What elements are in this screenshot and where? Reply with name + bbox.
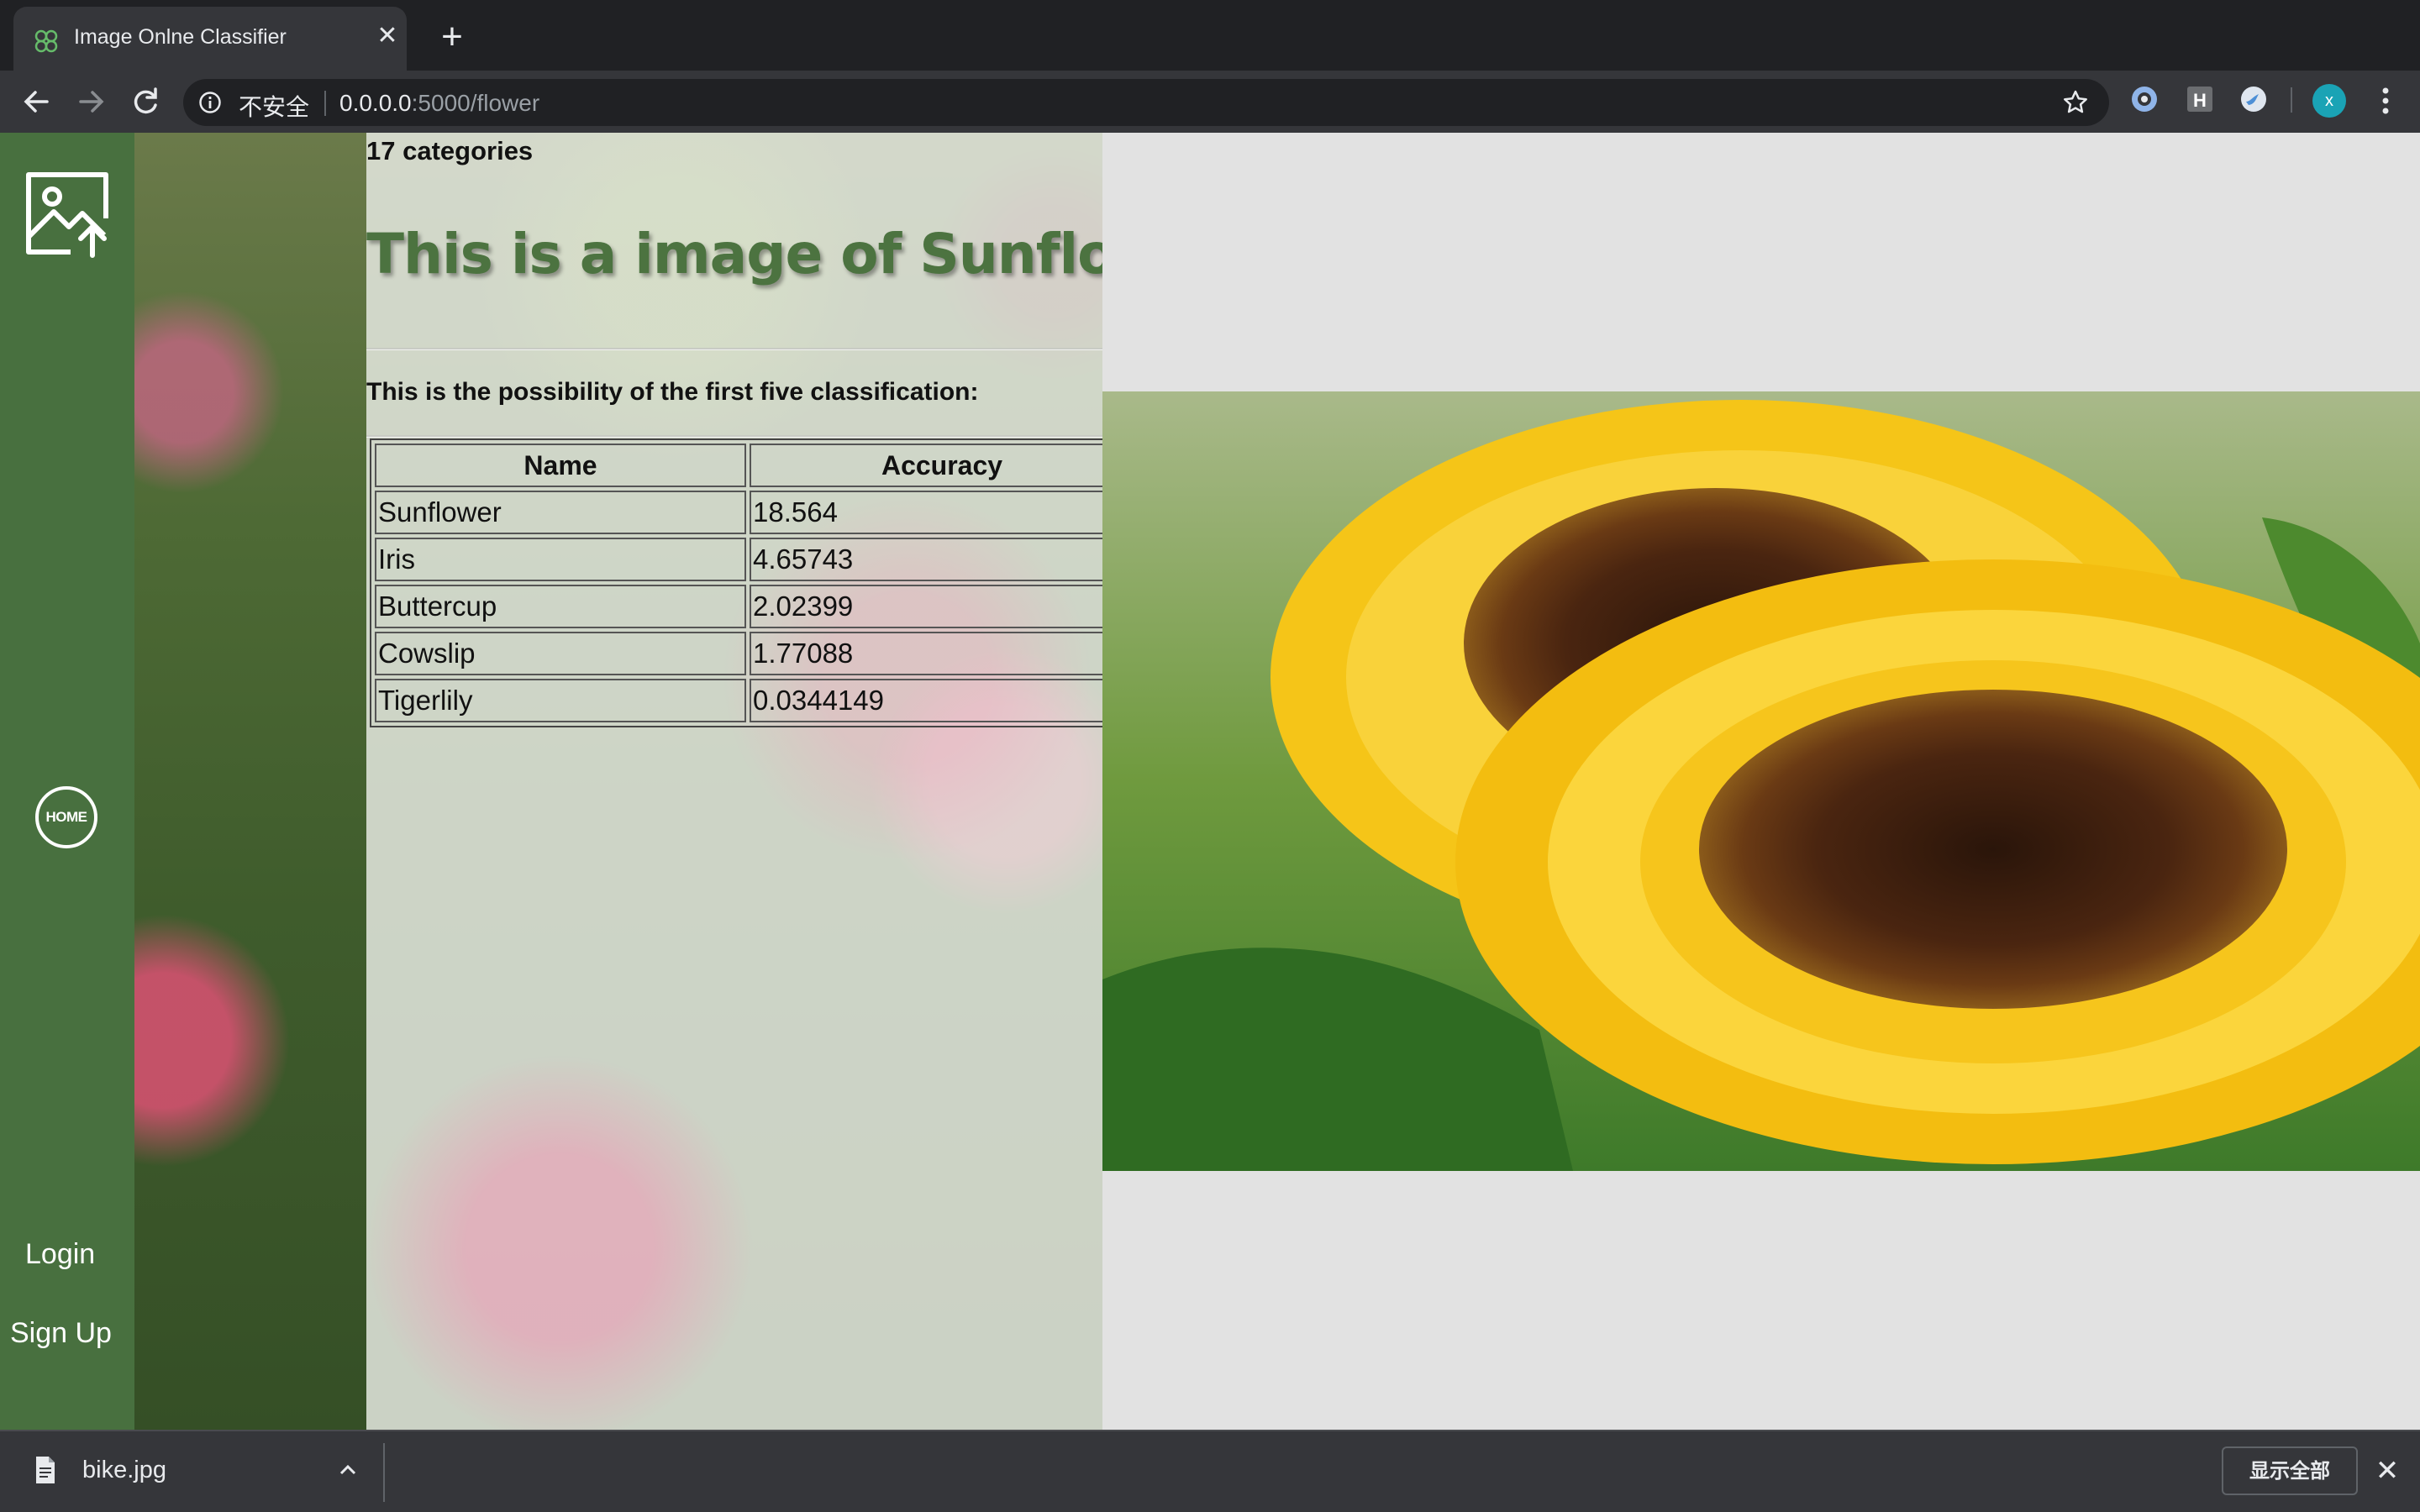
table-row: Iris 4.65743	[375, 538, 1102, 581]
image-upload-icon[interactable]	[22, 168, 113, 259]
login-link[interactable]: Login	[25, 1238, 95, 1271]
cell-accuracy: 2.02399	[750, 585, 1102, 628]
cell-name: Tigerlily	[375, 679, 746, 722]
page-viewport: HOME Login Sign Up 17 categories This is…	[0, 133, 2420, 1430]
toolbar-divider	[2291, 87, 2292, 113]
browser-toolbar: 不安全 0.0.0.0:5000/flower	[0, 71, 2420, 133]
flower-background: 17 categories This is a image of Sunflow…	[134, 133, 1102, 1430]
cell-name: Sunflower	[375, 491, 746, 534]
reload-icon[interactable]	[128, 84, 163, 119]
tab-close-icon[interactable]: ✕	[373, 22, 402, 50]
table-header-row: Name Accuracy	[375, 444, 1102, 487]
address-divider	[324, 91, 326, 116]
home-button[interactable]: HOME	[35, 786, 97, 848]
result-subtitle: This is the possibility of the first fiv…	[366, 378, 979, 406]
clover-icon	[34, 29, 58, 53]
url-path: :5000/flower	[411, 90, 540, 116]
divider	[366, 435, 1102, 438]
browser-tab[interactable]: Image Onlne Classifier ✕	[13, 7, 407, 71]
url-text[interactable]: 0.0.0.0:5000/flower	[339, 90, 539, 117]
new-tab-button[interactable]: +	[435, 18, 469, 55]
tab-strip: Image Onlne Classifier ✕ +	[0, 0, 2420, 71]
download-file-name[interactable]: bike.jpg	[82, 1457, 166, 1484]
bird-extension-icon[interactable]	[2238, 84, 2269, 114]
signup-link[interactable]: Sign Up	[10, 1317, 112, 1350]
forward-arrow-icon[interactable]	[74, 84, 109, 119]
file-icon	[36, 1457, 55, 1483]
cell-name: Buttercup	[375, 585, 746, 628]
column-header-name: Name	[375, 444, 746, 487]
chevron-up-icon[interactable]	[336, 1460, 360, 1480]
divider	[366, 348, 1102, 350]
table-row: Buttercup 2.02399	[375, 585, 1102, 628]
cell-accuracy: 1.77088	[750, 632, 1102, 675]
cell-accuracy: 0.0344149	[750, 679, 1102, 722]
tab-title: Image Onlne Classifier	[74, 25, 287, 49]
bookmark-star-icon[interactable]	[2062, 89, 2089, 116]
cell-name: Cowslip	[375, 632, 746, 675]
cell-accuracy: 18.564	[750, 491, 1102, 534]
cell-accuracy: 4.65743	[750, 538, 1102, 581]
show-all-button[interactable]: 显示全部	[2222, 1446, 2358, 1495]
result-panel: 17 categories This is a image of Sunflow…	[366, 133, 1102, 1430]
security-label[interactable]: 不安全	[239, 89, 309, 123]
back-arrow-icon[interactable]	[18, 84, 54, 119]
url-host: 0.0.0.0	[339, 90, 412, 116]
table-row: Cowslip 1.77088	[375, 632, 1102, 675]
categories-count: 17 categories	[366, 136, 534, 165]
download-bar: bike.jpg 显示全部 ✕	[0, 1430, 2420, 1512]
result-title: This is a image of Sunflower	[366, 222, 1102, 286]
cell-name: Iris	[375, 538, 746, 581]
table-row: Tigerlily 0.0344149	[375, 679, 1102, 722]
info-icon[interactable]	[198, 91, 222, 114]
close-icon[interactable]: ✕	[2375, 1457, 2400, 1485]
h-extension-icon[interactable]: H	[2185, 84, 2215, 114]
column-header-accuracy: Accuracy	[750, 444, 1102, 487]
kebab-menu-icon[interactable]	[2371, 84, 2400, 118]
results-table: Name Accuracy Sunflower 18.564 Iris 4.65…	[370, 438, 1102, 727]
address-bar[interactable]: 不安全 0.0.0.0:5000/flower	[183, 79, 2109, 126]
sunflower-image	[1102, 391, 2420, 1171]
circle-extension-icon[interactable]	[2129, 84, 2160, 114]
svg-text:H: H	[2193, 90, 2207, 111]
profile-avatar[interactable]: x	[2312, 84, 2346, 118]
table-row: Sunflower 18.564	[375, 491, 1102, 534]
sidebar: HOME Login Sign Up	[0, 133, 134, 1430]
download-divider	[383, 1443, 385, 1502]
